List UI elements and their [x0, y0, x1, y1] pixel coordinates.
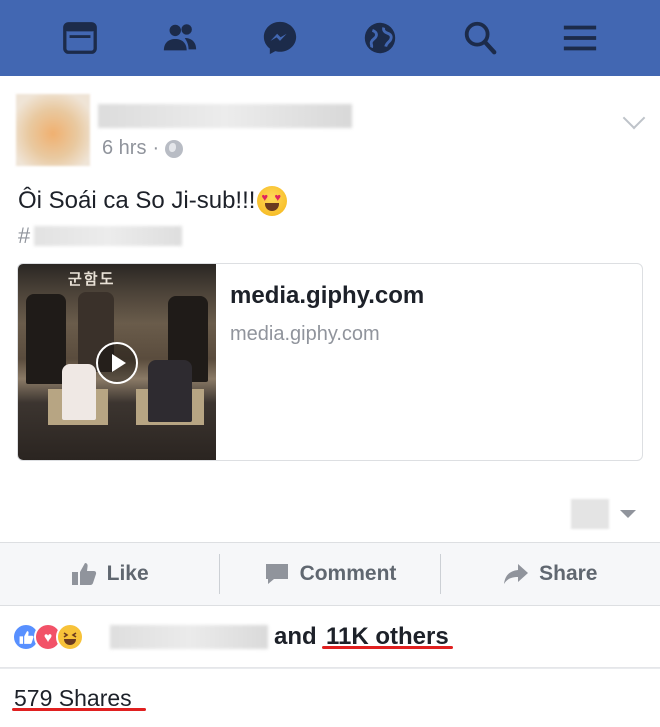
hashtag[interactable]: #: [18, 223, 183, 249]
shares-row: 579 Shares: [0, 669, 660, 727]
thumbs-up-icon: [71, 563, 96, 585]
action-bar: Like Comment Share: [0, 542, 660, 606]
share-arrow-icon: [504, 564, 529, 584]
play-icon[interactable]: [96, 342, 138, 384]
public-globe-icon: [165, 139, 184, 158]
like-button[interactable]: Like: [0, 554, 219, 594]
link-title[interactable]: media.giphy.com: [230, 282, 424, 310]
comment-label: Comment: [299, 562, 397, 585]
meta-separator: ·: [152, 137, 160, 159]
link-domain: media.giphy.com: [230, 323, 380, 345]
post-text-content: Ôi Soái ca So Ji-sub!!!: [18, 187, 256, 214]
post-card: 6 hrs · Ôi Soái ca So Ji-sub!!! ♥ ♥ # 군함…: [0, 76, 660, 542]
like-label: Like: [106, 562, 149, 585]
comment-button[interactable]: Comment: [219, 554, 439, 594]
notifications-globe-icon[interactable]: [354, 12, 406, 64]
share-label: Share: [539, 562, 598, 585]
avatar[interactable]: [16, 94, 90, 166]
caret-down-icon[interactable]: [620, 510, 636, 518]
heart-eyes-emoji-icon: ♥ ♥: [257, 186, 288, 216]
heart-eye-right-icon: ♥: [274, 192, 281, 204]
news-feed-icon[interactable]: [54, 12, 106, 64]
chevron-down-icon[interactable]: [622, 106, 646, 130]
reactor-names-redacted: [110, 625, 268, 649]
share-button[interactable]: Share: [439, 554, 660, 594]
emoji-mouth: [265, 203, 280, 211]
top-navigation-bar: [0, 0, 660, 76]
comment-icon: [265, 564, 288, 584]
friends-icon[interactable]: [154, 12, 206, 64]
post-text: Ôi Soái ca So Ji-sub!!! ♥ ♥: [18, 186, 288, 216]
reaction-selector-redacted[interactable]: [571, 499, 609, 529]
thumbnail-figure: [26, 294, 66, 384]
messenger-icon[interactable]: [254, 12, 306, 64]
author-name-redacted[interactable]: [98, 104, 352, 128]
haha-reaction-icon: [56, 623, 84, 651]
post-timestamp[interactable]: 6 hrs: [102, 137, 146, 160]
thumbnail-title: 군함도: [68, 271, 116, 288]
heart-eye-left-icon: ♥: [261, 192, 268, 204]
link-preview-card[interactable]: 군함도 media.giphy.com media.giphy.com: [17, 263, 643, 461]
hashtag-symbol: #: [18, 223, 31, 248]
highlight-underline: [322, 646, 453, 649]
thumbnail-figure: [62, 364, 96, 420]
thumbnail-figure: [148, 360, 192, 422]
reactions-and-text: and: [274, 623, 317, 650]
post-meta: 6 hrs ·: [102, 137, 184, 160]
reaction-icons: ♥: [12, 623, 84, 651]
search-icon[interactable]: [454, 12, 506, 64]
hashtag-redacted: [34, 226, 183, 246]
reactions-summary[interactable]: ♥ and 11K others: [0, 606, 660, 668]
video-thumbnail[interactable]: 군함도: [18, 264, 216, 460]
menu-icon[interactable]: [554, 12, 606, 64]
highlight-underline: [12, 708, 146, 711]
